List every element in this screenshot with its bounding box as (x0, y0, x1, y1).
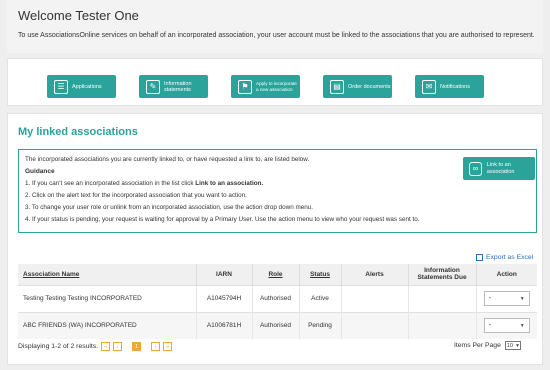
association-name[interactable]: ABC FRIENDS (WA) INCORPORATED (18, 311, 197, 339)
alerts[interactable] (341, 311, 409, 339)
action-cell: - ▼ (476, 284, 537, 312)
iarn: A1045794H (196, 284, 253, 312)
action-cell: - ▼ (476, 311, 537, 339)
tile-label: Apply to incorporate a new association (256, 80, 297, 92)
guidance-step: 3. To change your user role or unlink fr… (25, 204, 313, 211)
col-statements-due: Information Statements Due (408, 264, 477, 285)
guidance-step: 2. Click on the alert text for the incor… (25, 192, 247, 199)
alerts[interactable] (341, 284, 409, 312)
action-select[interactable]: - ▼ (483, 318, 530, 334)
guidance-heading: Guidance (25, 168, 55, 175)
associations-table: Association Name IARN Role Status Alerts… (18, 264, 537, 339)
tile-label: Information statements (164, 80, 192, 93)
intro-text: To use AssociationsOnline services on be… (18, 32, 535, 39)
guidance-intro: The incorporated associations you are cu… (25, 156, 310, 163)
items-per-page-value: 10 (506, 342, 513, 349)
incorporate-association-button[interactable]: ⚑ Apply to incorporate a new association (231, 75, 300, 98)
export-excel-link[interactable]: Export as Excel (476, 254, 533, 261)
applications-icon: ☰ (54, 79, 68, 94)
link-association-icon: ∞ (469, 161, 482, 176)
first-page-icon[interactable]: « (101, 342, 111, 351)
incorporate-icon: ⚑ (238, 79, 252, 94)
col-alerts: Alerts (341, 264, 409, 285)
role: Authorised (252, 284, 300, 312)
welcome-header: Welcome Tester One To use AssociationsOn… (7, 0, 543, 53)
col-association-name[interactable]: Association Name (18, 264, 197, 285)
iarn: A1006781H (196, 311, 253, 339)
linked-associations-panel: My linked associations The incorporated … (7, 113, 543, 365)
page-number[interactable]: 1 (132, 342, 142, 351)
tile-label: Applications (72, 83, 102, 90)
table-row: Testing Testing Testing INCORPORATED A10… (18, 284, 537, 312)
action-value: - (488, 295, 492, 302)
applications-button[interactable]: ☰ Applications (47, 75, 116, 98)
link-association-button[interactable]: ∞ Link to an association (463, 157, 535, 180)
tile-label: Notifications (440, 83, 470, 90)
step-text: 1. If you can't see an incorporated asso… (25, 180, 196, 187)
prev-page-icon[interactable]: ‹ (113, 342, 123, 351)
status-badge: Active (299, 284, 342, 312)
guidance-step: 4. If your status is pending, your reque… (25, 216, 420, 223)
tile-label: Order documents (348, 83, 391, 90)
col-role[interactable]: Role (252, 264, 300, 285)
link-association-text[interactable]: Link to an association. (195, 180, 263, 187)
notifications-button[interactable]: ✉ Notifications (415, 75, 484, 98)
pagination: Displaying 1-2 of 2 results. « ‹ 1 › » (18, 342, 173, 351)
order-documents-icon: ▤ (330, 79, 344, 94)
excel-icon (476, 254, 483, 261)
col-iarn: IARN (196, 264, 253, 285)
col-status[interactable]: Status (299, 264, 342, 285)
service-tiles: ☰ Applications ✎ Information statements … (7, 58, 543, 106)
order-documents-button[interactable]: ▤ Order documents (323, 75, 392, 98)
notifications-icon: ✉ (422, 79, 436, 94)
chevron-down-icon: ▼ (519, 295, 525, 302)
last-page-icon[interactable]: » (163, 342, 173, 351)
results-count: Displaying 1-2 of 2 results. (18, 343, 99, 350)
table-header-row: Association Name IARN Role Status Alerts… (18, 264, 537, 285)
page-title: Welcome Tester One (18, 8, 139, 23)
items-per-page-label: Items Per Page (454, 342, 501, 349)
statements-due (408, 311, 477, 339)
guidance-box: The incorporated associations you are cu… (18, 149, 537, 233)
export-label: Export as Excel (486, 254, 534, 261)
section-title: My linked associations (18, 126, 138, 138)
information-statements-icon: ✎ (146, 79, 160, 94)
action-select[interactable]: - ▼ (483, 291, 530, 306)
statements-due (408, 284, 477, 312)
next-page-icon[interactable]: › (151, 342, 161, 351)
status-badge: Pending (299, 311, 342, 339)
information-statements-button[interactable]: ✎ Information statements (139, 75, 208, 98)
role: Authorised (252, 311, 300, 339)
items-per-page-select[interactable]: 10 ▾ (504, 341, 521, 350)
action-value: - (488, 322, 492, 330)
col-action: Action (476, 264, 537, 285)
items-per-page: Items Per Page 10 ▾ (454, 341, 521, 350)
chevron-down-icon: ▼ (519, 322, 525, 329)
association-name[interactable]: Testing Testing Testing INCORPORATED (18, 284, 197, 312)
button-label: Link to an association (486, 161, 515, 175)
table-row: ABC FRIENDS (WA) INCORPORATED A1006781H … (18, 311, 537, 339)
chevron-down-icon: ▾ (516, 342, 519, 349)
guidance-step: 1. If you can't see an incorporated asso… (25, 180, 263, 187)
